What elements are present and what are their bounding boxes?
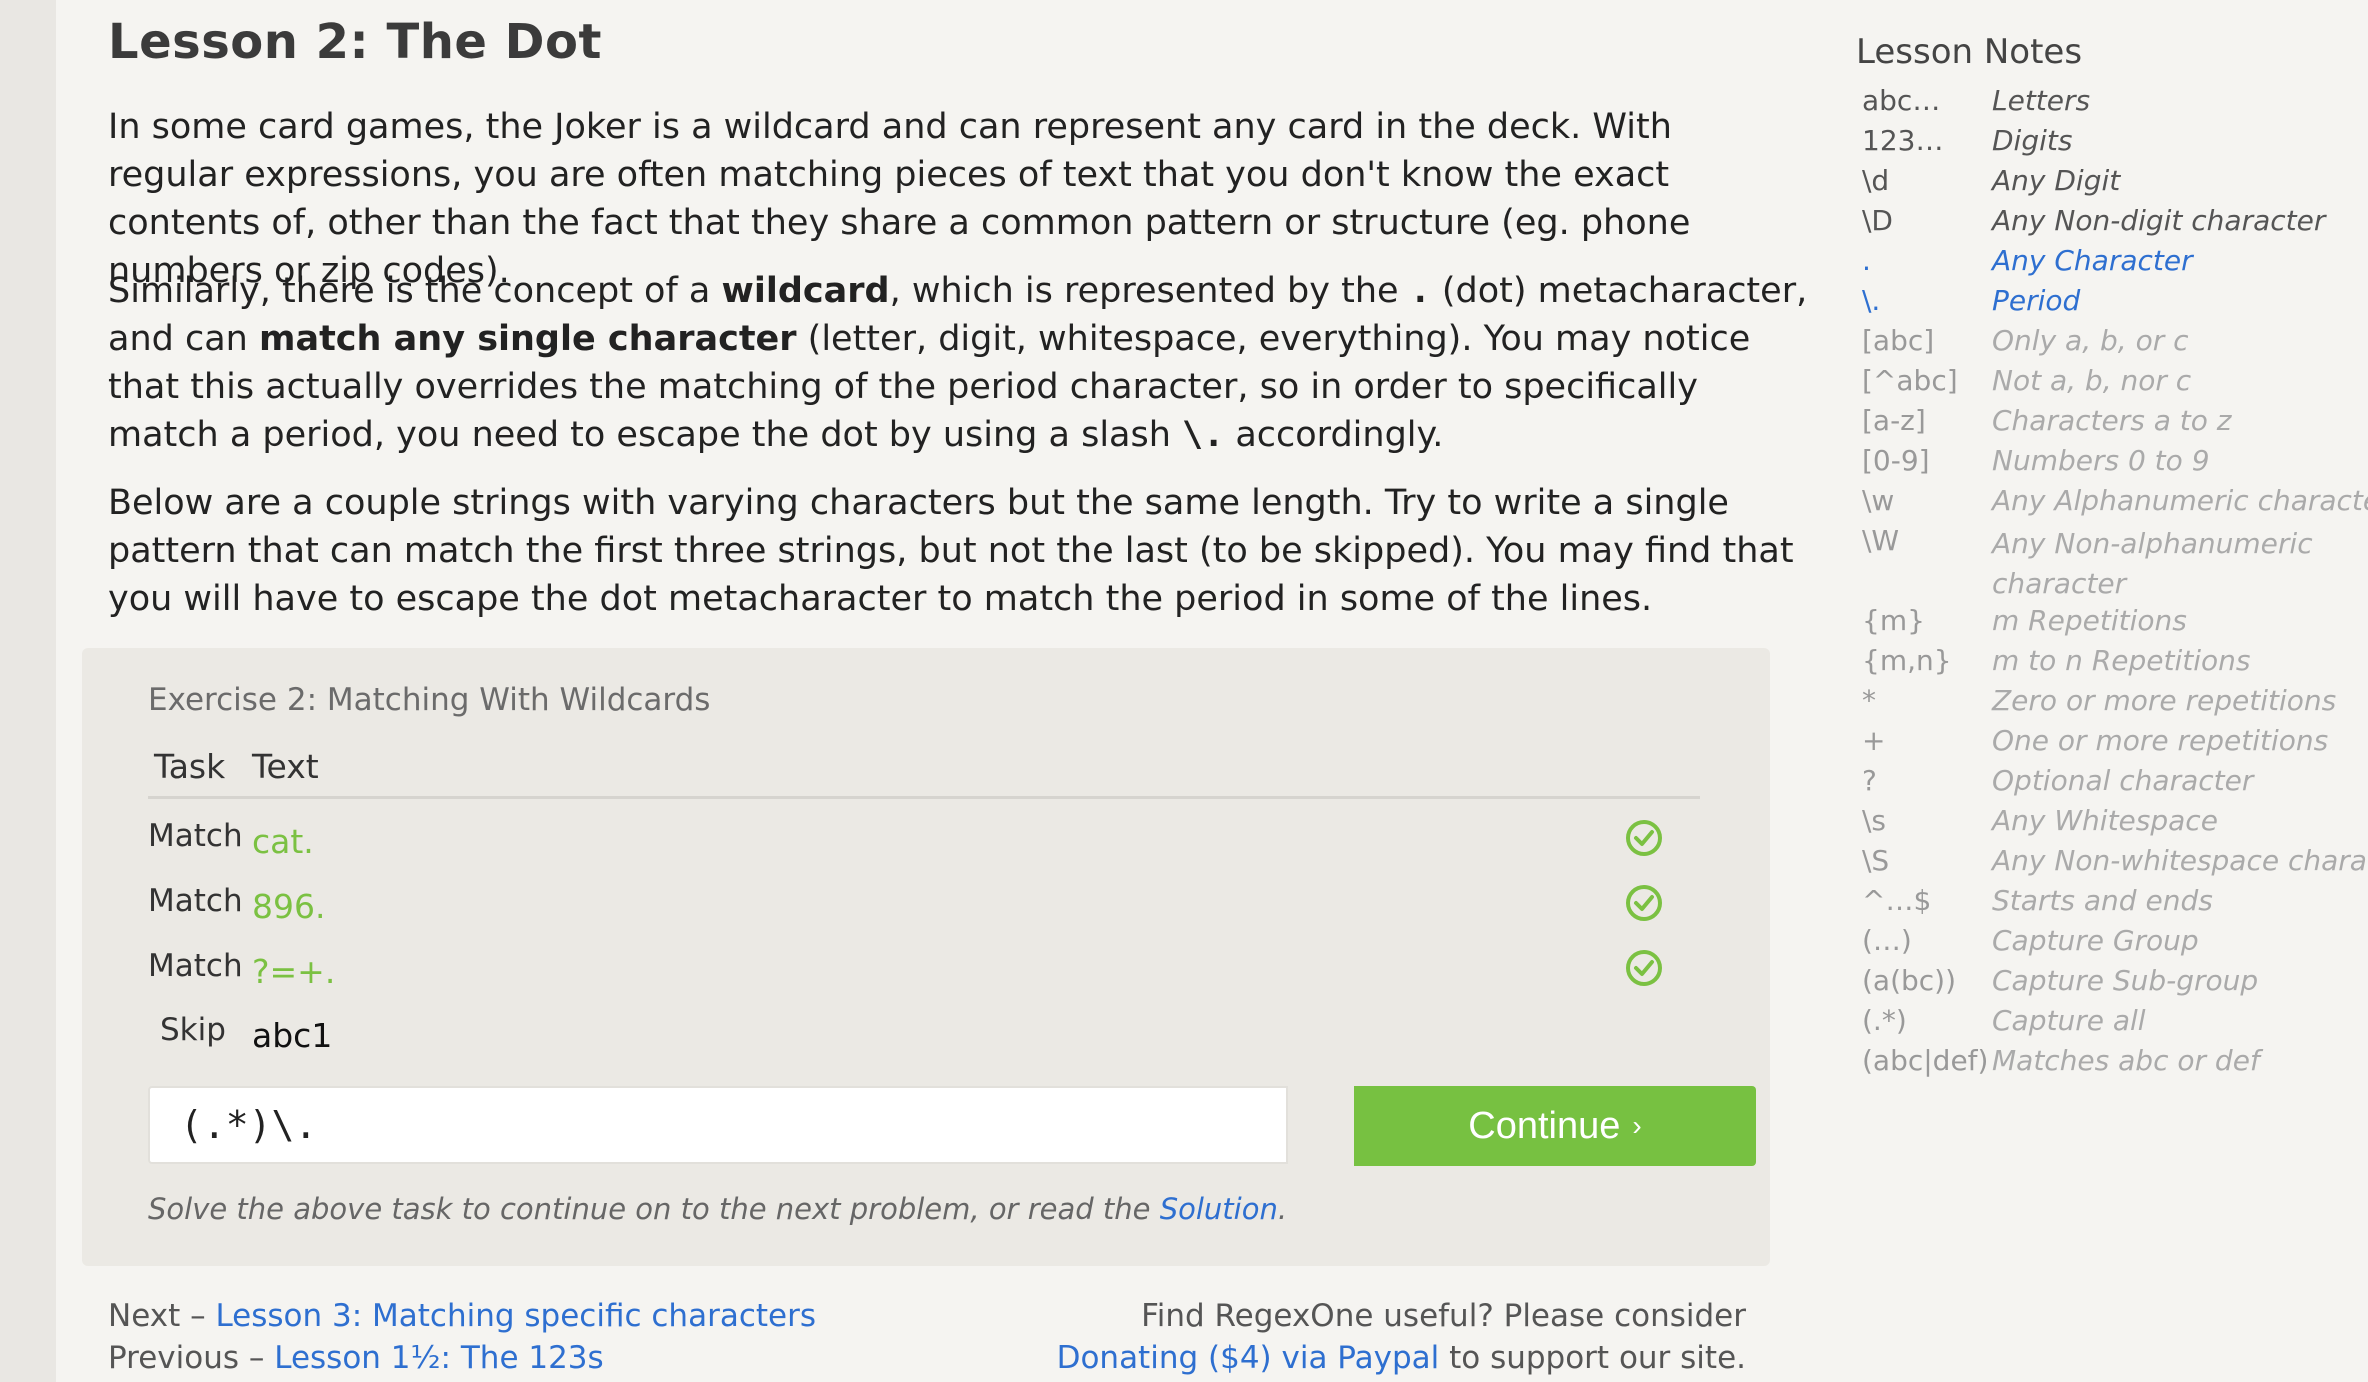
paragraph-text: , which is represented by the <box>889 271 1410 311</box>
note-description: m Repetitions <box>1992 604 2187 637</box>
note-symbol: \W <box>1862 524 1900 557</box>
paragraph-text: Similarly, there is the concept of a <box>108 271 722 311</box>
note-symbol: + <box>1862 724 1886 757</box>
code-dot: . <box>1409 271 1431 311</box>
note-description: Characters a to z <box>1992 404 2232 437</box>
table-divider <box>148 796 1700 799</box>
note-description: Matches abc or def <box>1992 1044 2260 1077</box>
note-symbol: \s <box>1862 804 1887 837</box>
note-symbol: (a(bc)) <box>1862 964 1957 997</box>
continue-button[interactable]: Continue › <box>1354 1086 1756 1166</box>
note-symbol: * <box>1862 684 1876 717</box>
term-match-any: match any single character <box>258 319 797 359</box>
note-symbol: \S <box>1862 844 1890 877</box>
note-symbol: ^…$ <box>1862 884 1932 917</box>
hint-suffix: . <box>1277 1192 1288 1226</box>
note-symbol: 123… <box>1862 124 1944 157</box>
note-symbol: {m} <box>1862 604 1925 637</box>
term-wildcard: wildcard <box>721 271 890 311</box>
lesson-page: Lesson 2: The Dot In some card games, th… <box>56 0 2368 1382</box>
solution-link[interactable]: Solution <box>1160 1192 1278 1226</box>
note-description: One or more repetitions <box>1992 724 2329 757</box>
note-symbol: [0-9] <box>1862 444 1930 477</box>
note-symbol: (…) <box>1862 924 1912 957</box>
table-row: Match cat. <box>82 818 1770 878</box>
note-description: Period <box>1992 284 2081 317</box>
note-description: Optional character <box>1992 764 2254 797</box>
note-symbol: [abc] <box>1862 324 1935 357</box>
support-donate-line: Donating ($4) via Paypal to support our … <box>1057 1340 1746 1376</box>
check-circle-icon <box>1626 950 1662 986</box>
row-text: abc1 <box>252 1016 333 1055</box>
regex-input[interactable] <box>148 1086 1288 1164</box>
note-description: Capture Group <box>1992 924 2199 957</box>
code-escaped-dot: \. <box>1182 415 1225 455</box>
table-row: Match 896. <box>82 883 1770 943</box>
check-circle-icon <box>1626 885 1662 921</box>
lesson-paragraph-wildcard: Similarly, there is the concept of a wil… <box>108 267 1808 459</box>
note-symbol: (abc|def) <box>1862 1044 1989 1077</box>
exercise-panel: Exercise 2: Matching With Wildcards Task… <box>82 648 1770 1266</box>
lesson-paragraph-task: Below are a couple strings with varying … <box>108 483 1794 619</box>
note-symbol: abc… <box>1862 84 1941 117</box>
note-symbol: \d <box>1862 164 1890 197</box>
continue-label: Continue <box>1468 1104 1621 1147</box>
note-description: Any Alphanumeric character <box>1992 484 2368 517</box>
note-symbol: {m,n} <box>1862 644 1952 677</box>
paragraph-text: accordingly. <box>1224 415 1444 455</box>
note-symbol: \w <box>1862 484 1895 517</box>
note-description: Numbers 0 to 9 <box>1992 444 2210 477</box>
support-message: Find RegexOne useful? Please consider <box>1141 1298 1746 1334</box>
note-description: Only a, b, or c <box>1992 324 2189 357</box>
note-symbol: . <box>1862 244 1871 277</box>
donate-link[interactable]: Donating ($4) via Paypal <box>1057 1340 1440 1376</box>
exercise-title: Exercise 2: Matching With Wildcards <box>148 682 711 718</box>
note-description: m to n Repetitions <box>1992 644 2251 677</box>
next-prefix: Next – <box>108 1298 216 1334</box>
lesson-notes-title: Lesson Notes <box>1856 32 2083 72</box>
table-row: Match ?=+. <box>82 948 1770 1008</box>
note-symbol: [^abc] <box>1862 364 1958 397</box>
note-description: Not a, b, nor c <box>1992 364 2192 397</box>
note-symbol: \D <box>1862 204 1893 237</box>
note-description: Digits <box>1992 124 2073 157</box>
column-header-task: Task <box>154 747 226 786</box>
row-text: cat. <box>252 822 314 861</box>
exercise-hint: Solve the above task to continue on to t… <box>148 1192 1287 1226</box>
row-task: Match <box>148 948 243 984</box>
note-description: Capture all <box>1992 1004 2146 1037</box>
table-row: Skip abc1 <box>82 1012 1770 1072</box>
note-description: Any Character <box>1992 244 2193 277</box>
column-header-text: Text <box>252 747 319 786</box>
note-description: Any Non-alphanumeric character <box>1992 527 2313 600</box>
note-description: Capture Sub-group <box>1992 964 2259 997</box>
row-text: ?=+. <box>252 952 336 991</box>
note-description: Starts and ends <box>1992 884 2213 917</box>
check-circle-icon <box>1626 820 1662 856</box>
note-description: Any Non-whitespace character <box>1992 844 2368 877</box>
note-description: Zero or more repetitions <box>1992 684 2337 717</box>
previous-lesson-link[interactable]: Lesson 1½: The 123s <box>274 1340 603 1376</box>
next-lesson-nav: Next – Lesson 3: Matching specific chara… <box>108 1298 816 1334</box>
note-symbol: [a-z] <box>1862 404 1926 437</box>
row-task: Skip <box>160 1012 226 1048</box>
next-lesson-link[interactable]: Lesson 3: Matching specific characters <box>215 1298 816 1334</box>
support-suffix: to support our site. <box>1439 1340 1746 1376</box>
note-symbol: (.*) <box>1862 1004 1907 1037</box>
note-symbol: \. <box>1862 284 1881 317</box>
note-description: Letters <box>1992 84 2091 117</box>
note-description: Any Whitespace <box>1992 804 2218 837</box>
hint-text: Solve the above task to continue on to t… <box>148 1192 1160 1226</box>
previous-lesson-nav: Previous – Lesson 1½: The 123s <box>108 1340 604 1376</box>
row-task: Match <box>148 818 243 854</box>
note-symbol: ? <box>1862 764 1877 797</box>
chevron-right-icon: › <box>1632 1110 1642 1141</box>
row-text: 896. <box>252 887 326 926</box>
note-description: Any Digit <box>1992 164 2121 197</box>
prev-prefix: Previous – <box>108 1340 275 1376</box>
note-description: Any Non-digit character <box>1992 204 2326 237</box>
row-task: Match <box>148 883 243 919</box>
page-title: Lesson 2: The Dot <box>108 14 602 70</box>
